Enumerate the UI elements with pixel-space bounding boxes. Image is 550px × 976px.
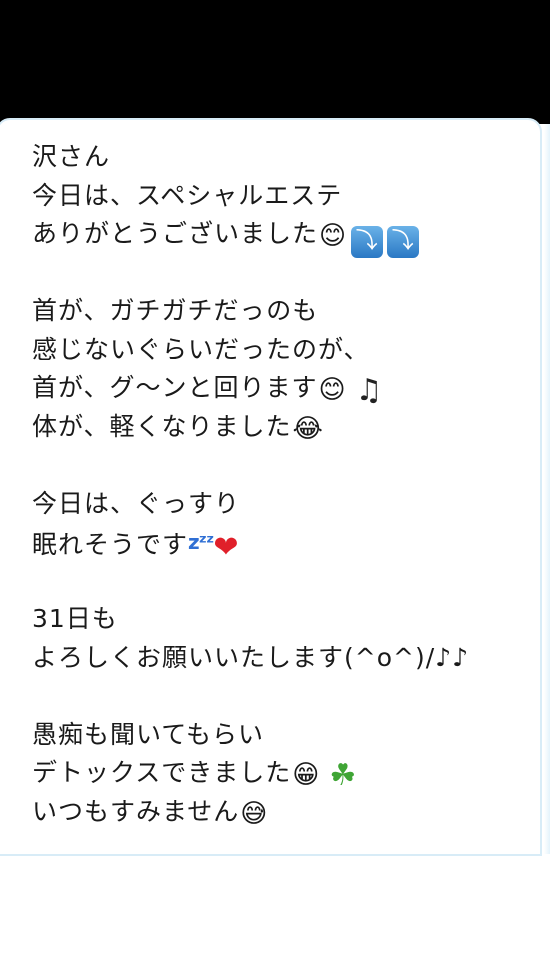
line-text: 沢さん: [32, 142, 111, 171]
arrow-down-right-icon: ⤵: [351, 226, 384, 258]
smiling-face-icon: 😊: [318, 375, 347, 405]
line-text: 首が、グ〜ンと回ります: [32, 373, 318, 402]
message-line: 体が、軽くなりました😂: [32, 408, 532, 447]
laughing-tears-face-icon: 😂: [292, 413, 324, 444]
message-line: 首が、グ〜ンと回ります😊 ♫: [32, 369, 532, 408]
bubble-edge-shadow: [544, 124, 550, 854]
line-text: 31日も: [32, 604, 118, 633]
line-text: 今日は、ぐっすり: [32, 488, 241, 518]
message-line: 今日は、スペシャルエステ: [32, 177, 532, 216]
message-line: ありがとうございました😊 ⤵ ⤵: [32, 215, 532, 258]
paragraph-3: 今日は、ぐっすり 眠れそうですzᶻᶻ❤: [32, 485, 532, 566]
line-text: 体が、軽くなりました: [32, 411, 292, 441]
line-text: 眠れそうです: [32, 530, 189, 559]
line-text: ありがとうございました: [32, 219, 319, 248]
line-text: 首が、ガチガチだっのも: [32, 296, 319, 325]
line-text: デトックスできました: [32, 758, 292, 787]
message-line: 31日も: [32, 600, 532, 639]
grinning-face-icon: 😁: [292, 760, 321, 790]
line-text: 愚痴も聞いてもらい: [32, 719, 265, 749]
arrow-down-right-icon: ⤵: [387, 226, 420, 258]
message-line: 愚痴も聞いてもらい: [32, 716, 532, 755]
message-line: 感じないぐらいだったのが、: [32, 331, 532, 370]
message-line: デトックスできました😁 ☘: [32, 754, 532, 793]
message-line: 今日は、ぐっすり: [32, 485, 532, 524]
message-line: よろしくお願いいたします(^o^)/♪♪: [32, 639, 532, 678]
message-line: 沢さん: [32, 138, 532, 177]
message-line: 眠れそうですzᶻᶻ❤: [32, 523, 532, 565]
line-text: 今日は、スペシャルエステ: [32, 180, 343, 210]
red-heart-icon: ❤: [213, 530, 240, 565]
paragraph-1: 沢さん 今日は、スペシャルエステ ありがとうございました😊 ⤵ ⤵: [32, 138, 532, 258]
message-line: いつもすみません😅: [32, 793, 532, 832]
paragraph-5: 愚痴も聞いてもらい デトックスできました😁 ☘ いつもすみません😅: [32, 716, 532, 832]
message-line: 首が、ガチガチだっのも: [32, 292, 532, 331]
zzz-icon: zᶻᶻ: [188, 530, 214, 554]
grinning-sweat-face-icon: 😅: [240, 798, 269, 829]
top-black-bar: [0, 0, 550, 124]
line-text: 感じないぐらいだったのが、: [32, 334, 370, 364]
four-leaf-clover-icon: ☘: [329, 758, 358, 793]
paragraph-2: 首が、ガチガチだっのも 感じないぐらいだったのが、 首が、グ〜ンと回ります😊 ♫…: [32, 292, 532, 446]
line-text: よろしくお願いいたします(^o^)/♪♪: [32, 642, 470, 672]
paragraph-4: 31日も よろしくお願いいたします(^o^)/♪♪: [32, 600, 532, 677]
music-note-icon: ♫: [355, 373, 384, 408]
smiling-face-icon: 😊: [319, 221, 348, 251]
message-text: 沢さん 今日は、スペシャルエステ ありがとうございました😊 ⤵ ⤵ 首が、ガチガチだ…: [32, 138, 532, 870]
line-text: いつもすみません: [32, 796, 240, 826]
